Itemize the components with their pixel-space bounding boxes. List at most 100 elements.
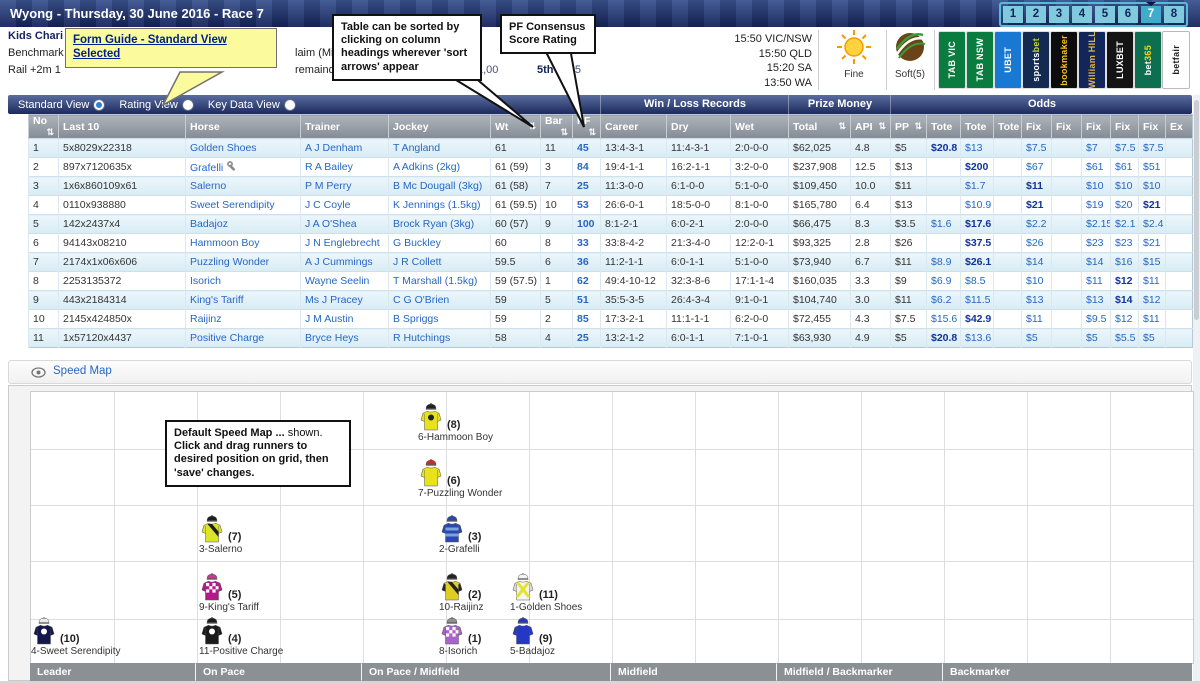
td-odds[interactable]: $17.6 [961, 215, 994, 234]
td-odds[interactable]: $26 [1022, 234, 1052, 253]
bookmaker-logo-sportsbet[interactable]: sportsbet [1022, 31, 1050, 89]
race-tab-3[interactable]: 3 [1049, 6, 1069, 23]
td-odds[interactable]: $61 [1082, 158, 1111, 177]
speed-map-runner-1-golden-shoes[interactable]: (11)1-Golden Shoes [510, 572, 582, 613]
td-jockey[interactable]: C G O'Brien [389, 291, 491, 310]
speed-map-runner-2-grafelli[interactable]: (3)2-Grafelli [439, 514, 481, 555]
td-odds[interactable]: $12 [1111, 272, 1139, 291]
td-jockey[interactable]: B Spriggs [389, 310, 491, 329]
td-odds[interactable]: $14 [1111, 291, 1139, 310]
td-odds[interactable]: $8.9 [927, 253, 961, 272]
speed-map-runner-10-raijinz[interactable]: (2)10-Raijinz [439, 572, 483, 613]
speed-map-runner-6-hammoon-boy[interactable]: (8)6-Hammoon Boy [418, 402, 493, 443]
td-odds[interactable]: $7.5 [1111, 139, 1139, 158]
speed-map-runner-4-sweet-serendipity[interactable]: (10)4-Sweet Serendipity [31, 616, 121, 657]
column-header-pf[interactable]: PF⇅ [573, 115, 601, 139]
td-odds[interactable]: $23 [1082, 234, 1111, 253]
td-trainer[interactable]: A J Cummings [301, 253, 389, 272]
td-odds[interactable]: $11 [1139, 272, 1166, 291]
race-tab-7[interactable]: 7 [1141, 6, 1161, 23]
td-jockey[interactable]: G Buckley [389, 234, 491, 253]
td-odds[interactable]: $2.4 [1139, 215, 1166, 234]
speed-map-runner-5-badajoz[interactable]: (9)5-Badajoz [510, 616, 555, 657]
view-option-radio-rating-view[interactable] [182, 99, 194, 111]
td-horse[interactable]: Salerno [186, 177, 301, 196]
td-horse[interactable]: Hammoon Boy [186, 234, 301, 253]
bookmaker-logo-bet365[interactable]: bet365 [1134, 31, 1162, 89]
td-horse[interactable]: Golden Shoes [186, 139, 301, 158]
td-odds[interactable]: $7.5 [1139, 139, 1166, 158]
td-odds[interactable]: $14 [1082, 253, 1111, 272]
td-odds[interactable]: $37.5 [961, 234, 994, 253]
td-trainer[interactable]: P M Perry [301, 177, 389, 196]
td-odds[interactable]: $7.5 [1022, 139, 1052, 158]
td-jockey[interactable]: Brock Ryan (3kg) [389, 215, 491, 234]
speed-map-runner-11-positive-charge[interactable]: (4)11-Positive Charge [199, 616, 283, 657]
td-odds[interactable]: $12 [1111, 310, 1139, 329]
td-odds[interactable]: $12 [1139, 291, 1166, 310]
td-trainer[interactable]: J N Englebrecht [301, 234, 389, 253]
td-odds[interactable]: $6.9 [927, 272, 961, 291]
td-odds[interactable]: $10 [1022, 272, 1052, 291]
td-odds[interactable]: $10 [1082, 177, 1111, 196]
bookmaker-logo-tab-nsw[interactable]: TAB NSW [966, 31, 994, 89]
td-odds[interactable]: $10.9 [961, 196, 994, 215]
td-odds[interactable]: $2.2 [1022, 215, 1052, 234]
speed-map-link[interactable]: Speed Map [53, 365, 112, 377]
td-horse[interactable]: Badajoz [186, 215, 301, 234]
td-odds[interactable]: $11 [1022, 177, 1052, 196]
td-trainer[interactable]: J M Austin [301, 310, 389, 329]
td-odds[interactable]: $16 [1111, 253, 1139, 272]
td-jockey[interactable]: T Angland [389, 139, 491, 158]
td-odds[interactable]: $11 [1139, 310, 1166, 329]
race-tab-4[interactable]: 4 [1072, 6, 1092, 23]
td-horse[interactable]: Sweet Serendipity [186, 196, 301, 215]
scrollbar-thumb[interactable] [1194, 100, 1199, 320]
bookmaker-logo-bookmaker[interactable]: bookmaker [1050, 31, 1078, 89]
td-horse[interactable]: Positive Charge [186, 329, 301, 348]
td-odds[interactable]: $26.1 [961, 253, 994, 272]
td-odds[interactable]: $15 [1139, 253, 1166, 272]
td-odds[interactable]: $5 [1082, 329, 1111, 348]
td-odds[interactable]: $21 [1139, 234, 1166, 253]
column-header-api[interactable]: API⇅ [851, 115, 891, 139]
race-tab-6[interactable]: 6 [1118, 6, 1138, 23]
td-odds[interactable]: $20.8 [927, 329, 961, 348]
td-odds[interactable]: $11 [1022, 310, 1052, 329]
td-odds[interactable]: $21 [1022, 196, 1052, 215]
td-odds[interactable]: $200 [961, 158, 994, 177]
td-odds[interactable]: $51 [1139, 158, 1166, 177]
race-tab-2[interactable]: 2 [1026, 6, 1046, 23]
td-odds[interactable]: $5.5 [1111, 329, 1139, 348]
td-odds[interactable]: $5 [1022, 329, 1052, 348]
view-option-radio-key-data-view[interactable] [284, 99, 296, 111]
bookmaker-logo-tab-vic[interactable]: TAB VIC [938, 31, 966, 89]
column-header-bar[interactable]: Bar⇅ [541, 115, 573, 139]
td-odds[interactable]: $14 [1022, 253, 1052, 272]
td-odds[interactable]: $8.5 [961, 272, 994, 291]
td-trainer[interactable]: J A O'Shea [301, 215, 389, 234]
td-jockey[interactable]: J R Collett [389, 253, 491, 272]
column-header-total[interactable]: Total⇅ [789, 115, 851, 139]
td-jockey[interactable]: K Jennings (1.5kg) [389, 196, 491, 215]
race-tab-1[interactable]: 1 [1003, 6, 1023, 23]
td-horse[interactable]: Isorich [186, 272, 301, 291]
td-odds[interactable]: $61 [1111, 158, 1139, 177]
td-odds[interactable]: $10 [1139, 177, 1166, 196]
td-odds[interactable]: $2.1 [1111, 215, 1139, 234]
td-odds[interactable]: $5 [1139, 329, 1166, 348]
td-trainer[interactable]: Ms J Pracey [301, 291, 389, 310]
td-jockey[interactable]: T Marshall (1.5kg) [389, 272, 491, 291]
td-horse[interactable]: King's Tariff [186, 291, 301, 310]
bookmaker-logo-luxbet[interactable]: LUXBET [1106, 31, 1134, 89]
td-odds[interactable]: $7 [1082, 139, 1111, 158]
td-odds[interactable]: $13 [1022, 291, 1052, 310]
td-odds[interactable]: $21 [1139, 196, 1166, 215]
bookmaker-logo-ubet[interactable]: UBET [994, 31, 1022, 89]
td-odds[interactable]: $23 [1111, 234, 1139, 253]
td-odds[interactable]: $13 [961, 139, 994, 158]
td-trainer[interactable]: A J Denham [301, 139, 389, 158]
td-trainer[interactable]: Bryce Heys [301, 329, 389, 348]
td-jockey[interactable]: B Mc Dougall (3kg) [389, 177, 491, 196]
td-odds[interactable]: $20 [1111, 196, 1139, 215]
